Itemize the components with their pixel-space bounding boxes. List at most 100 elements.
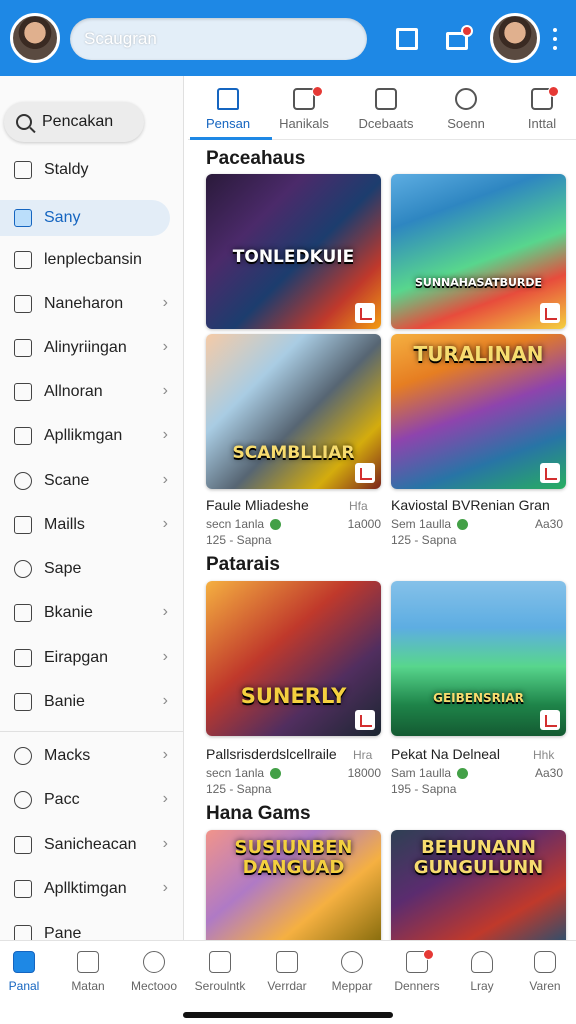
game-title[interactable]: Kaviostal BVRenian Gran <box>391 497 550 513</box>
sidebar-item-allnoran[interactable]: Allnoran › <box>0 374 183 410</box>
nav-label: Seroulntk <box>194 979 246 993</box>
list-icon <box>14 209 32 227</box>
rating-dot-icon <box>270 767 282 779</box>
calendar-icon <box>375 88 397 110</box>
sidebar-item-scane[interactable]: Scane › <box>0 463 183 499</box>
app-top-bar: Scaugran <box>0 0 576 76</box>
game-card[interactable]: BEHUNANN GUNGULUNN <box>391 830 566 940</box>
game-tag: Hra <box>353 748 373 762</box>
sidebar-item-bkanie[interactable]: Bkanie › <box>0 595 183 631</box>
nav-verrdar[interactable]: Verrdar <box>255 949 319 993</box>
clock-icon <box>143 951 165 973</box>
nav-varen[interactable]: Varen <box>513 949 576 993</box>
sidebar-item-pacc[interactable]: Pacc › <box>0 782 183 818</box>
tab-label: Soenn <box>447 116 485 131</box>
tab-hanikals[interactable]: Hanikals <box>266 84 342 138</box>
tab-soenn[interactable]: Soenn <box>428 84 504 138</box>
sidebar-item-pane[interactable]: Pane <box>0 916 183 940</box>
sidebar-item-maills[interactable]: Maills › <box>0 507 183 543</box>
clipboard-icon <box>14 836 32 854</box>
sidebar-item-sape[interactable]: Sape <box>0 551 183 587</box>
sidebar-item-apllikmgan[interactable]: Apllikmgan › <box>0 418 183 454</box>
chart-icon <box>14 339 32 357</box>
game-title[interactable]: Pekat Na Delneal <box>391 746 500 762</box>
sidebar-item-label: lenplecbansin <box>44 251 142 268</box>
game-count: 125 - Sapna <box>206 533 272 547</box>
game-card[interactable]: SCAMBLLIAR <box>206 334 381 489</box>
chevron-right-icon: › <box>162 835 168 852</box>
sidebar-item-label: Alinyriingan <box>44 339 127 356</box>
sidebar-item-macks[interactable]: Macks › <box>0 738 183 774</box>
game-card[interactable]: TURALINAN <box>391 334 566 489</box>
square-icon <box>14 880 32 898</box>
sidebar-item-alinyriingan[interactable]: Alinyriingan › <box>0 330 183 366</box>
tab-label: Inttal <box>527 116 557 131</box>
sidebar-item-lenplecbansin[interactable]: lenplecbansin <box>0 242 183 278</box>
square-icon <box>14 925 32 940</box>
sidebar-item-label: Scane <box>44 472 90 489</box>
window-icon <box>14 295 32 313</box>
game-rating-row: Sam 1aulla Aa30 <box>391 766 563 780</box>
game-card[interactable]: GEIBENSRIAR <box>391 581 566 736</box>
bottom-navigation: Panal Matan Mectooo Seroulntk Verrdar Me… <box>0 940 576 1004</box>
search-input[interactable]: Scaugran <box>70 18 367 60</box>
magnifier-icon <box>14 791 32 809</box>
game-cover-title: SUNERLY <box>240 684 347 708</box>
tab-inttal[interactable]: Inttal <box>504 84 576 138</box>
game-card[interactable]: SUNERLY <box>206 581 381 736</box>
sidebar-item-apllktimgan[interactable]: Apllktimgan › <box>0 871 183 907</box>
game-sub-text: Sam 1aulla <box>391 766 452 780</box>
game-cover-title: SUSIUNBEN DANGUAD <box>234 837 353 878</box>
game-cover-title: GEIBENSRIAR <box>433 691 524 705</box>
nav-meppar[interactable]: Meppar <box>320 949 384 993</box>
sidebar-item-naneharon[interactable]: Naneharon › <box>0 286 183 322</box>
sidebar-item-banie[interactable]: Banie › <box>0 684 183 720</box>
nav-matan[interactable]: Matan <box>56 949 120 993</box>
sidebar-search-button[interactable]: Pencakan <box>4 102 144 142</box>
sidebar-item-sanicheacan[interactable]: Sanicheacan › <box>0 827 183 863</box>
tab-dcebaats[interactable]: Dcebaats <box>348 84 424 138</box>
rating-icon <box>540 463 560 483</box>
sidebar-item-staldy[interactable]: Staldy <box>0 152 183 188</box>
nav-lray[interactable]: Lray <box>450 949 514 993</box>
sidebar-item-label: Macks <box>44 747 91 764</box>
chevron-right-icon: › <box>162 382 168 399</box>
game-tag: Hhk <box>533 748 555 762</box>
rating-dot-icon <box>457 518 469 530</box>
nav-panal[interactable]: Panal <box>0 949 56 993</box>
nav-label: Mectooo <box>130 979 178 993</box>
game-title[interactable]: Faule Mliadeshe <box>206 497 309 513</box>
home-indicator[interactable] <box>183 1012 393 1018</box>
game-card[interactable]: SUSIUNBEN DANGUAD <box>206 830 381 940</box>
square-icon[interactable] <box>396 28 418 50</box>
game-score: 18000 <box>347 766 381 780</box>
sidebar-item-label: Sany <box>44 209 81 226</box>
game-card[interactable]: TONLEDKUIE <box>206 174 381 329</box>
more-menu-icon[interactable] <box>553 28 557 50</box>
search-icon <box>16 114 32 130</box>
game-tag: Hfa <box>349 499 368 513</box>
tab-pensan[interactable]: Pensan <box>190 84 266 138</box>
chevron-right-icon: › <box>162 294 168 311</box>
nav-label: Matan <box>71 979 105 993</box>
chevron-right-icon: › <box>162 746 168 763</box>
grid-icon <box>14 383 32 401</box>
star-circle-icon <box>455 88 477 110</box>
sidebar-item-label: Naneharon <box>44 295 124 312</box>
game-rating-row: Sem 1aulla Aa30 <box>391 517 563 531</box>
home-icon <box>77 951 99 973</box>
nav-seroulntk[interactable]: Seroulntk <box>188 949 252 993</box>
star-icon <box>14 747 32 765</box>
game-card[interactable]: SUNNAHASATBURDE <box>391 174 566 329</box>
user-avatar-left[interactable] <box>10 13 60 63</box>
game-title[interactable]: Pallsrisderdslcellraile <box>206 746 337 762</box>
chevron-right-icon: › <box>162 426 168 443</box>
sidebar-item-sany[interactable]: Sany <box>0 200 170 236</box>
nav-denners[interactable]: Denners <box>385 949 449 993</box>
section-title: Paceahaus <box>206 148 306 169</box>
tab-label: Dcebaats <box>358 116 414 131</box>
nav-mectooo[interactable]: Mectooo <box>122 949 186 993</box>
sidebar-item-eirapgan[interactable]: Eirapgan › <box>0 640 183 676</box>
nav-label: Verrdar <box>267 979 307 993</box>
user-avatar-right[interactable] <box>490 13 540 63</box>
